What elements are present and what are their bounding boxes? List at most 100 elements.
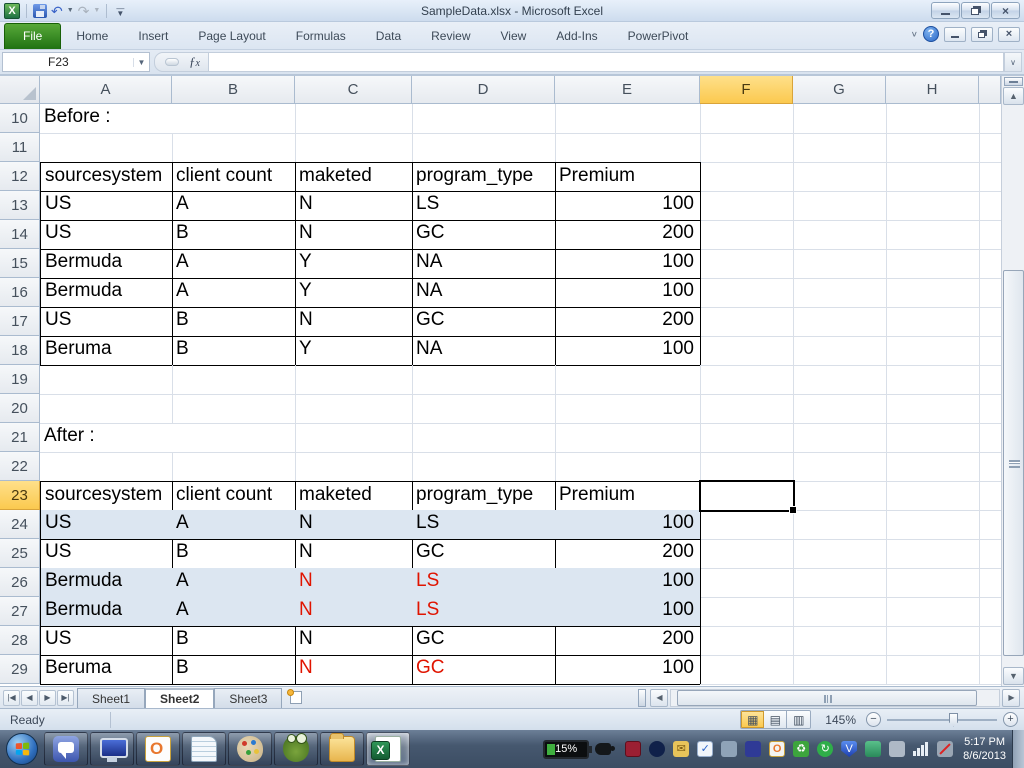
select-all-corner[interactable] <box>0 76 40 104</box>
antivirus-shield-tray-icon[interactable]: V <box>841 741 858 757</box>
cell-G27[interactable] <box>793 597 887 627</box>
cell-H24[interactable] <box>886 510 980 540</box>
volume-muted-tray-icon[interactable] <box>937 741 954 757</box>
insert-worksheet-button[interactable] <box>286 688 308 707</box>
cell-H26[interactable] <box>886 568 980 598</box>
cell-I25[interactable] <box>979 539 1001 569</box>
zoom-level[interactable]: 145% <box>825 713 856 727</box>
lock-tray-icon[interactable] <box>625 741 642 757</box>
row-header-21[interactable]: 21 <box>0 423 40 452</box>
cell-H10[interactable] <box>886 104 980 134</box>
cell-E11[interactable] <box>555 133 701 163</box>
cell-C16[interactable]: Y <box>295 278 413 308</box>
cell-A27[interactable]: Bermuda <box>40 597 173 627</box>
horizontal-scrollbar[interactable] <box>670 688 1001 707</box>
ribbon-tab-view[interactable]: View <box>486 24 542 49</box>
cell-F18[interactable] <box>700 336 794 366</box>
row-header-22[interactable]: 22 <box>0 452 40 481</box>
cell-G24[interactable] <box>793 510 887 540</box>
mail-tray-icon[interactable]: ✉ <box>673 741 690 757</box>
cell-F14[interactable] <box>700 220 794 250</box>
cell-A15[interactable]: Bermuda <box>40 249 173 279</box>
row-header-18[interactable]: 18 <box>0 336 40 365</box>
cell-C17[interactable]: N <box>295 307 413 337</box>
cell-B16[interactable]: A <box>172 278 296 308</box>
zoom-in-button[interactable]: + <box>1003 712 1018 727</box>
cell-B18[interactable]: B <box>172 336 296 366</box>
cell-D19[interactable] <box>412 365 556 395</box>
cell-C28[interactable]: N <box>295 626 413 656</box>
cell-C23[interactable]: maketed <box>295 481 413 511</box>
cell-C12[interactable]: maketed <box>295 162 413 192</box>
cell-G23[interactable] <box>793 481 887 511</box>
formula-input[interactable] <box>208 52 1004 72</box>
start-button[interactable] <box>6 733 38 765</box>
cell-A20[interactable] <box>40 394 173 424</box>
cell-I14[interactable] <box>979 220 1001 250</box>
cell-I28[interactable] <box>979 626 1001 656</box>
cell-B13[interactable]: A <box>172 191 296 221</box>
cell-G10[interactable] <box>793 104 887 134</box>
cell-G29[interactable] <box>793 655 887 685</box>
row-header-12[interactable]: 12 <box>0 162 40 191</box>
task-check-tray-icon[interactable]: ✓ <box>697 741 714 757</box>
row-header-10[interactable]: 10 <box>0 104 40 133</box>
cell-G18[interactable] <box>793 336 887 366</box>
column-header-E[interactable]: E <box>555 76 700 104</box>
workbook-minimize-button[interactable] <box>944 26 966 42</box>
ribbon-tab-powerpivot[interactable]: PowerPivot <box>613 24 704 49</box>
cell-A26[interactable]: Bermuda <box>40 568 173 598</box>
display-tray-icon[interactable] <box>865 741 882 757</box>
cell-B21[interactable] <box>172 423 296 453</box>
row-header-16[interactable]: 16 <box>0 278 40 307</box>
zoom-slider[interactable] <box>887 712 997 727</box>
undo-dropdown-icon[interactable]: ▼ <box>67 7 74 14</box>
clipboard-tray-icon[interactable] <box>889 741 906 757</box>
last-sheet-icon[interactable]: ▶| <box>57 689 74 706</box>
row-header-27[interactable]: 27 <box>0 597 40 626</box>
horizontal-scroll-thumb[interactable] <box>677 689 978 706</box>
cell-D28[interactable]: GC <box>412 626 556 656</box>
page-break-view-button[interactable]: ▥ <box>787 711 811 728</box>
scroll-left-icon[interactable]: ◀ <box>650 688 669 707</box>
outlook-tray-icon[interactable]: O <box>769 741 786 757</box>
cell-H28[interactable] <box>886 626 980 656</box>
cell-E13[interactable]: 100 <box>555 191 701 221</box>
show-desktop-button[interactable] <box>1012 730 1024 768</box>
cell-F29[interactable] <box>700 655 794 685</box>
app-dots-tray-icon[interactable] <box>745 741 762 757</box>
column-header-D[interactable]: D <box>412 76 555 104</box>
cell-G12[interactable] <box>793 162 887 192</box>
customize-qat-button[interactable]: — ▼ <box>113 4 127 17</box>
scroll-up-icon[interactable]: ▲ <box>1003 87 1024 105</box>
cell-I21[interactable] <box>979 423 1001 453</box>
cell-H16[interactable] <box>886 278 980 308</box>
ribbon-tab-add-ins[interactable]: Add-Ins <box>541 24 612 49</box>
cell-I15[interactable] <box>979 249 1001 279</box>
cell-G20[interactable] <box>793 394 887 424</box>
selected-cell-outline[interactable] <box>699 480 797 514</box>
cell-H19[interactable] <box>886 365 980 395</box>
taskbar-remote-desktop-button[interactable] <box>90 732 134 766</box>
taskbar-outlook-button[interactable] <box>136 732 180 766</box>
row-header-11[interactable]: 11 <box>0 133 40 162</box>
cell-I13[interactable] <box>979 191 1001 221</box>
cell-D17[interactable]: GC <box>412 307 556 337</box>
cell-H27[interactable] <box>886 597 980 627</box>
workbook-restore-button[interactable] <box>971 26 993 42</box>
cell-G11[interactable] <box>793 133 887 163</box>
column-header-A[interactable]: A <box>40 76 172 104</box>
cell-C13[interactable]: N <box>295 191 413 221</box>
cell-E25[interactable]: 200 <box>555 539 701 569</box>
disk-tray-icon[interactable] <box>649 741 666 757</box>
close-button[interactable]: × <box>991 2 1020 19</box>
cell-A23[interactable]: sourcesystem <box>40 481 173 511</box>
cell-A13[interactable]: US <box>40 191 173 221</box>
next-sheet-icon[interactable]: ▶ <box>39 689 56 706</box>
cell-F21[interactable] <box>700 423 794 453</box>
cell-B26[interactable]: A <box>172 568 296 598</box>
restore-button[interactable] <box>961 2 990 19</box>
cell-F10[interactable] <box>700 104 794 134</box>
ribbon-tab-formulas[interactable]: Formulas <box>281 24 361 49</box>
cell-F15[interactable] <box>700 249 794 279</box>
